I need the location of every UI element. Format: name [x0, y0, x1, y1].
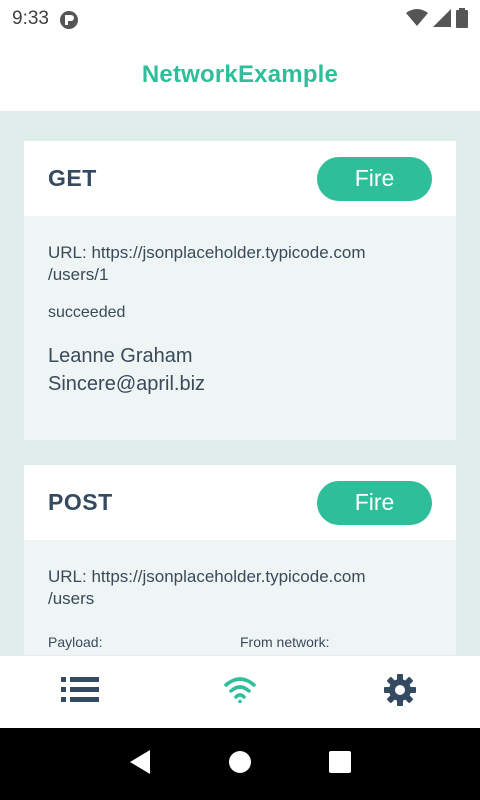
- request-method-label: POST: [48, 489, 113, 515]
- status-time: 9:33: [12, 8, 49, 29]
- result-email: Sincere@april.biz: [48, 373, 206, 395]
- payload-columns: Payload: { From network: {: [48, 634, 432, 655]
- get-request-card: GET Fire URL: https://jsonplaceholder.ty…: [24, 141, 456, 440]
- gear-icon: [383, 673, 417, 712]
- fire-get-button[interactable]: Fire: [317, 156, 432, 201]
- from-network-label: From network:: [240, 634, 330, 650]
- battery-icon: [456, 8, 468, 33]
- fire-post-button[interactable]: Fire: [317, 480, 432, 525]
- request-url: URL: https://jsonplaceholder.typicode.co…: [48, 566, 432, 610]
- request-status: succeeded: [48, 304, 126, 321]
- wifi-signal-icon: [406, 9, 428, 32]
- card-header: GET Fire: [24, 141, 456, 216]
- app-title: NetworkExample: [141, 60, 339, 88]
- response-result: Leanne Graham Sincere@april.biz: [48, 342, 432, 398]
- payload-column: Payload: {: [48, 634, 240, 655]
- url-line: /users/1: [48, 265, 109, 284]
- url-line: URL: https://jsonplaceholder.typicode.co…: [48, 567, 366, 586]
- home-icon[interactable]: [228, 750, 252, 779]
- payload-label: Payload:: [48, 634, 103, 650]
- content-area[interactable]: GET Fire URL: https://jsonplaceholder.ty…: [0, 112, 480, 655]
- request-url: URL: https://jsonplaceholder.typicode.co…: [48, 242, 432, 286]
- from-network-column: From network: {: [240, 634, 432, 655]
- card-body: URL: https://jsonplaceholder.typicode.co…: [24, 216, 456, 398]
- app-header: NetworkExample: [0, 38, 480, 112]
- recents-icon[interactable]: [328, 750, 352, 779]
- request-method-label: GET: [48, 165, 97, 191]
- cell-signal-icon: [433, 9, 451, 32]
- list-icon: [61, 676, 99, 708]
- card-header: POST Fire: [24, 465, 456, 540]
- url-line: /users: [48, 589, 95, 608]
- post-request-card: POST Fire URL: https://jsonplaceholder.t…: [24, 465, 456, 655]
- bottom-navigation: [0, 655, 480, 728]
- url-line: URL: https://jsonplaceholder.typicode.co…: [48, 243, 366, 262]
- wifi-icon: [224, 676, 256, 708]
- nav-item-network[interactable]: [200, 656, 280, 729]
- back-icon[interactable]: [128, 749, 152, 780]
- notification-icon: [59, 10, 78, 29]
- card-body: URL: https://jsonplaceholder.typicode.co…: [24, 540, 456, 655]
- system-navigation-bar: [0, 728, 480, 800]
- nav-item-list[interactable]: [40, 656, 120, 729]
- result-name: Leanne Graham: [48, 345, 193, 367]
- nav-item-settings[interactable]: [360, 656, 440, 729]
- status-bar: 9:33: [0, 0, 480, 38]
